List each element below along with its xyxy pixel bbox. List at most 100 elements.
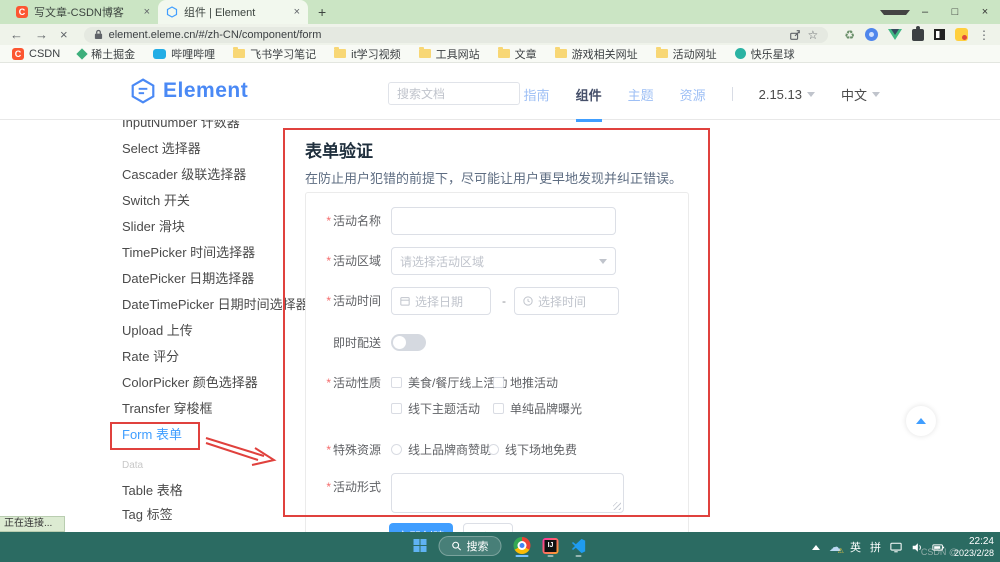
nav-theme[interactable]: 主题 — [628, 85, 654, 104]
maximize-button[interactable]: □ — [940, 0, 970, 24]
checkbox-ground-promotion[interactable]: 地推活动 — [493, 369, 558, 395]
sidebar-item-form[interactable]: Form 表单 — [122, 422, 297, 448]
sidebar-item-switch[interactable]: Switch 开关 — [122, 188, 297, 214]
bookmark-planet[interactable]: 快乐星球 — [735, 46, 795, 62]
option-label: 线下场地免费 — [505, 441, 577, 458]
bookmark-folder-tools[interactable]: 工具网站 — [419, 46, 480, 62]
back-button[interactable]: ← — [10, 24, 23, 45]
bookmark-folder-articles[interactable]: 文章 — [498, 46, 537, 62]
bookmark-folder-it[interactable]: it学习视频 — [334, 46, 401, 62]
checkbox-brand-exposure[interactable]: 单纯品牌曝光 — [493, 395, 582, 421]
csdn-watermark: CSDN @ — [921, 547, 958, 557]
ime-pinyin-indicator[interactable]: 拼 — [870, 539, 881, 555]
taskbar-intellij[interactable] — [543, 538, 559, 557]
bookmark-star-icon[interactable]: ☆ — [807, 28, 818, 42]
checkbox-offline-theme[interactable]: 线下主题活动 — [391, 395, 480, 421]
nav-guide[interactable]: 指南 — [524, 85, 550, 104]
square-extension-icon[interactable] — [934, 29, 945, 40]
sidebar-item-select[interactable]: Select 选择器 — [122, 136, 297, 162]
vue-devtools-icon[interactable] — [888, 29, 902, 40]
radio-offline-venue[interactable]: 线下场地免费 — [488, 436, 577, 462]
activity-date-picker[interactable]: 选择日期 — [391, 287, 491, 315]
label-text: 活动区域 — [333, 254, 381, 268]
display-icon[interactable] — [890, 542, 902, 553]
onedrive-cloud-icon[interactable]: ☁⚠ — [829, 541, 841, 553]
nav-resource[interactable]: 资源 — [680, 85, 706, 104]
bookmark-folder-feishu[interactable]: 飞书学习笔记 — [233, 46, 316, 62]
browser-tab-element[interactable]: 组件 | Element × — [158, 0, 308, 24]
resize-grip-icon[interactable] — [613, 502, 621, 510]
activity-region-select[interactable]: 请选择活动区域 — [391, 247, 616, 275]
bookmark-juejin[interactable]: 稀土掘金 — [78, 46, 135, 62]
sidebar-item-table[interactable]: Table 表格 — [122, 480, 183, 499]
sidebar-item-datetimepicker[interactable]: DateTimePicker 日期时间选择器 — [122, 292, 297, 318]
doc-search-input[interactable] — [388, 82, 520, 105]
version-dropdown[interactable]: 2.15.13 — [759, 87, 815, 102]
bookmark-folder-activities[interactable]: 活动网址 — [656, 46, 717, 62]
bookmark-folder-games[interactable]: 游戏相关网址 — [555, 46, 638, 62]
field-label-time: *活动时间 — [306, 287, 381, 315]
label-text: 活动名称 — [333, 214, 381, 228]
stop-loading-button[interactable]: × — [60, 24, 68, 45]
search-icon — [452, 541, 462, 551]
sidebar-item-datepicker[interactable]: DatePicker 日期选择器 — [122, 266, 297, 292]
page-title: 表单验证 — [305, 137, 373, 162]
chevron-down-icon — [880, 10, 910, 15]
new-tab-button[interactable]: + — [318, 4, 326, 20]
tray-clock[interactable]: 22:24 2023/2/28 — [954, 536, 994, 559]
sidebar-item-rate[interactable]: Rate 评分 — [122, 344, 297, 370]
close-tab-icon[interactable]: × — [294, 6, 300, 18]
sidebar-item-slider[interactable]: Slider 滑块 — [122, 214, 297, 240]
minimize-button[interactable]: – — [910, 0, 940, 24]
folder-icon — [419, 49, 431, 58]
chevron-down-icon — [599, 259, 607, 264]
activity-form-textarea[interactable] — [391, 473, 624, 513]
sidebar-item-colorpicker[interactable]: ColorPicker 颜色选择器 — [122, 370, 297, 396]
address-bar[interactable]: element.eleme.cn/#/zh-CN/component/form … — [84, 27, 829, 43]
ime-english-indicator[interactable]: 英 — [850, 539, 861, 555]
activity-time-picker[interactable]: 选择时间 — [514, 287, 619, 315]
extensions-puzzle-icon[interactable] — [912, 29, 924, 41]
sidebar-item-timepicker[interactable]: TimePicker 时间选择器 — [122, 240, 297, 266]
windows-taskbar: 搜索 ☁⚠ 英 拼 22:24 2023/2/28 CSDN @ — [0, 532, 1000, 562]
bookmark-bilibili[interactable]: 哔哩哔哩 — [153, 46, 215, 62]
share-icon[interactable] — [789, 29, 801, 41]
windows-logo-icon — [414, 539, 427, 552]
blue-circle-extension-icon[interactable] — [865, 28, 878, 41]
close-window-button[interactable]: × — [970, 0, 1000, 24]
nav-divider — [732, 87, 733, 101]
checkbox-food-online[interactable]: 美食/餐厅线上活动 — [391, 369, 507, 395]
nav-component[interactable]: 组件 — [576, 85, 602, 104]
recycle-extension-icon[interactable]: ♻ — [844, 28, 855, 42]
instant-delivery-switch[interactable] — [391, 334, 426, 351]
browser-tab-csdn[interactable]: C 写文章-CSDN博客 × — [8, 0, 158, 24]
tab-search-chevron-icon[interactable] — [880, 0, 910, 24]
field-label-resource: *特殊资源 — [306, 436, 381, 464]
sidebar-item-transfer[interactable]: Transfer 穿梭框 — [122, 396, 297, 422]
activity-name-input[interactable] — [391, 207, 616, 235]
sidebar-item-upload[interactable]: Upload 上传 — [122, 318, 297, 344]
sidebar-item-cascader[interactable]: Cascader 级联选择器 — [122, 162, 297, 188]
folder-icon — [233, 49, 245, 58]
sidebar-item-tag[interactable]: Tag 标签 — [122, 504, 173, 523]
tray-chevron-up-icon[interactable] — [812, 545, 820, 550]
browser-menu-icon[interactable]: ⋮ — [978, 28, 990, 42]
close-tab-icon[interactable]: × — [144, 6, 150, 18]
bookmark-label: 稀土掘金 — [91, 46, 135, 62]
taskbar-search[interactable]: 搜索 — [439, 536, 502, 559]
taskbar-chrome[interactable] — [514, 537, 531, 557]
forward-button[interactable]: → — [35, 24, 48, 45]
colorful-extension-icon[interactable] — [955, 28, 968, 41]
bookmark-csdn[interactable]: CCSDN — [12, 48, 60, 60]
start-button[interactable] — [414, 539, 427, 555]
language-dropdown[interactable]: 中文 — [841, 85, 880, 104]
active-app-indicator — [516, 555, 529, 557]
bookmarks-bar: CCSDN 稀土掘金 哔哩哔哩 飞书学习笔记 it学习视频 工具网站 文章 游戏… — [0, 45, 1000, 63]
radio-online-sponsor[interactable]: 线上品牌商赞助 — [391, 436, 492, 462]
bookmark-label: 哔哩哔哩 — [171, 46, 215, 62]
taskbar-vscode[interactable] — [571, 538, 587, 557]
element-logo[interactable]: Element — [130, 78, 248, 104]
back-to-top-button[interactable] — [906, 406, 936, 436]
csdn-favicon-icon: C — [16, 6, 28, 18]
folder-icon — [498, 49, 510, 58]
